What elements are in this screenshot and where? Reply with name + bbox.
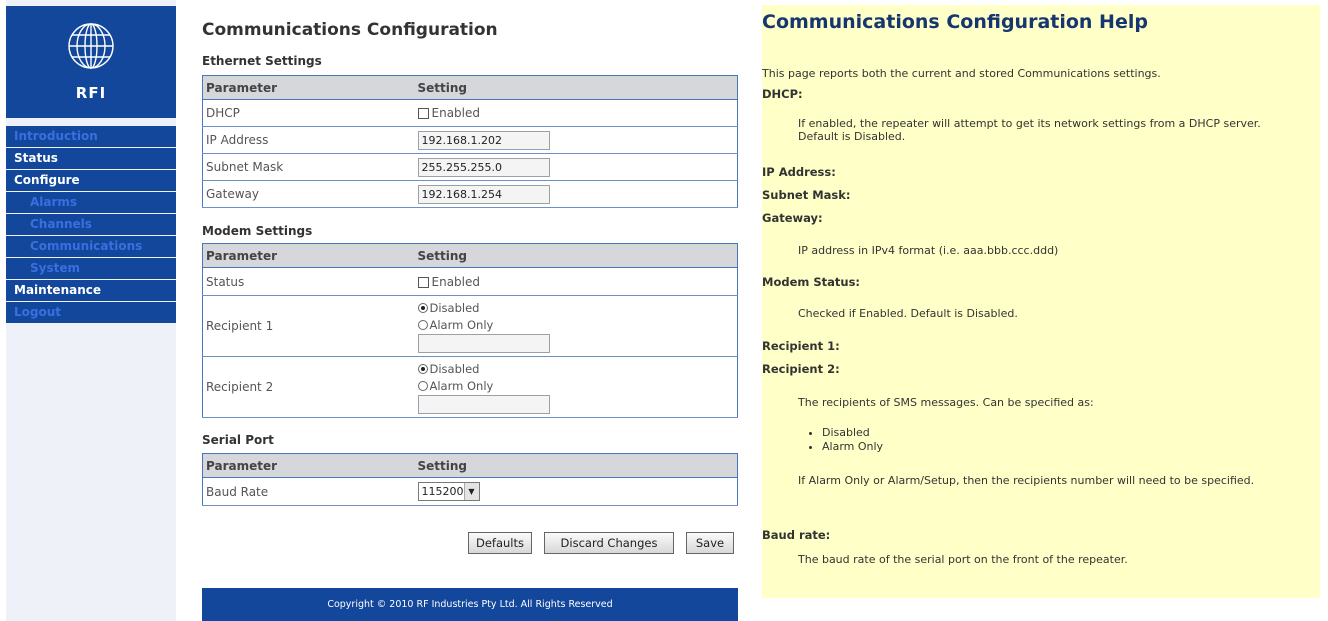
help-desc-baud: The baud rate of the serial port on the … xyxy=(798,553,1128,566)
recipient-2-alarm-only-radio[interactable] xyxy=(417,381,428,391)
table-row: Recipient 1 Disabled Alarm Only xyxy=(202,295,738,357)
col-param: Parameter xyxy=(202,243,415,268)
list-item: Alarm Only xyxy=(822,440,883,454)
recipient-2-label: Recipient 2 xyxy=(202,356,415,418)
help-title: Communications Configuration Help xyxy=(762,11,1148,33)
help-recipient-options: Disabled Alarm Only xyxy=(798,426,883,454)
dhcp-checkbox[interactable] xyxy=(417,108,429,119)
table-row: Recipient 2 Disabled Alarm Only xyxy=(202,356,738,418)
ip-label: IP Address xyxy=(202,126,415,154)
modem-status-checkbox[interactable] xyxy=(417,276,429,288)
page-title: Communications Configuration xyxy=(202,20,498,40)
sidebar-item-status[interactable]: Status xyxy=(6,148,176,170)
recipient-1-disabled-radio[interactable] xyxy=(417,303,428,313)
recipient-1-label: Recipient 1 xyxy=(202,295,415,357)
ethernet-table: Parameter Setting DHCP Enabled IP Addres… xyxy=(202,75,738,208)
help-intro: This page reports both the current and s… xyxy=(762,67,1161,80)
table-row: Gateway 192.168.1.254 xyxy=(202,180,738,208)
help-term-ip: IP Address: xyxy=(762,165,836,179)
sidebar-item-system[interactable]: System xyxy=(6,258,176,280)
sidebar-item-alarms[interactable]: Alarms xyxy=(6,192,176,214)
col-setting: Setting xyxy=(414,453,738,478)
dhcp-enabled-label: Enabled xyxy=(431,106,481,120)
recipient-2-disabled-radio[interactable] xyxy=(417,364,428,374)
help-term-recipient-1: Recipient 1: xyxy=(762,339,840,353)
help-term-gateway: Gateway: xyxy=(762,211,823,225)
baud-rate-label: Baud Rate xyxy=(202,477,415,506)
chevron-down-icon: ▼ xyxy=(463,483,479,500)
baud-rate-value: 115200 xyxy=(421,485,464,498)
col-setting: Setting xyxy=(414,75,738,100)
logo-text: RFI xyxy=(75,84,107,102)
radio-label: Alarm Only xyxy=(429,317,494,332)
recipient-2-number-input[interactable] xyxy=(417,394,550,414)
help-panel: Communications Configuration Help This p… xyxy=(762,5,1320,598)
table-row: IP Address 192.168.1.202 xyxy=(202,126,738,154)
serial-table: Parameter Setting Baud Rate 115200 ▼ xyxy=(202,453,738,506)
col-param: Parameter xyxy=(202,75,415,100)
list-item: Disabled xyxy=(822,426,883,440)
sidebar: RFI Introduction Status Configure Alarms Cha… xyxy=(6,0,176,621)
table-header: Parameter Setting xyxy=(202,243,738,268)
col-setting: Setting xyxy=(414,243,738,268)
table-row: Baud Rate 115200 ▼ xyxy=(202,477,738,506)
radio-label: Alarm Only xyxy=(429,378,494,393)
table-row: DHCP Enabled xyxy=(202,99,738,127)
col-param: Parameter xyxy=(202,453,415,478)
help-term-subnet: Subnet Mask: xyxy=(762,188,851,202)
footer-copyright: Copyright © 2010 RF Industries Pty Ltd. … xyxy=(202,588,738,621)
save-button[interactable]: Save xyxy=(686,532,734,554)
help-desc-modem: Checked if Enabled. Default is Disabled. xyxy=(798,307,1018,320)
sidebar-item-communications[interactable]: Communications xyxy=(6,236,176,258)
help-term-modem: Modem Status: xyxy=(762,275,861,289)
sidebar-item-maintenance[interactable]: Maintenance xyxy=(6,280,176,302)
radio-label: Disabled xyxy=(429,361,480,376)
discard-changes-button[interactable]: Discard Changes xyxy=(544,532,674,554)
dhcp-label: DHCP xyxy=(202,99,415,127)
help-term-baud: Baud rate: xyxy=(762,528,831,542)
table-row: Status Enabled xyxy=(202,267,738,296)
help-recipient-note: If Alarm Only or Alarm/Setup, then the r… xyxy=(798,474,1255,487)
recipient-1-number-input[interactable] xyxy=(417,333,550,353)
subnet-label: Subnet Mask xyxy=(202,153,415,181)
status-enabled-label: Enabled xyxy=(431,274,481,289)
sidebar-item-introduction[interactable]: Introduction xyxy=(6,126,176,148)
baud-rate-select[interactable]: 115200 ▼ xyxy=(417,482,480,501)
table-header: Parameter Setting xyxy=(202,75,738,100)
help-desc-dhcp: If enabled, the repeater will attempt to… xyxy=(798,117,1261,143)
modem-section-title: Modem Settings xyxy=(202,224,313,238)
antenna-logo-icon xyxy=(68,23,114,69)
help-desc-ip: IP address in IPv4 format (i.e. aaa.bbb.… xyxy=(798,244,1059,257)
help-term-recipient-2: Recipient 2: xyxy=(762,362,840,376)
sidebar-item-logout[interactable]: Logout xyxy=(6,302,176,324)
help-desc-recipients: The recipients of SMS messages. Can be s… xyxy=(798,396,1094,409)
modem-table: Parameter Setting Status Enabled Recipie… xyxy=(202,243,738,418)
sidebar-item-configure[interactable]: Configure xyxy=(6,170,176,192)
table-header: Parameter Setting xyxy=(202,453,738,478)
gateway-label: Gateway xyxy=(202,180,415,208)
radio-label: Disabled xyxy=(429,300,480,315)
recipient-1-alarm-only-radio[interactable] xyxy=(417,320,428,330)
table-row: Subnet Mask 255.255.255.0 xyxy=(202,153,738,181)
help-term-dhcp: DHCP: xyxy=(762,87,803,101)
defaults-button[interactable]: Defaults xyxy=(468,532,532,554)
serial-section-title: Serial Port xyxy=(202,433,274,447)
sidebar-item-channels[interactable]: Channels xyxy=(6,214,176,236)
nav-menu: Introduction Status Configure Alarms Channel… xyxy=(6,126,176,324)
status-label: Status xyxy=(202,267,415,296)
rfi-logo: RFI xyxy=(6,6,176,118)
ip-address-input[interactable]: 192.168.1.202 xyxy=(417,130,550,150)
ethernet-section-title: Ethernet Settings xyxy=(202,54,322,68)
subnet-mask-input[interactable]: 255.255.255.0 xyxy=(417,157,550,177)
gateway-input[interactable]: 192.168.1.254 xyxy=(417,184,550,204)
